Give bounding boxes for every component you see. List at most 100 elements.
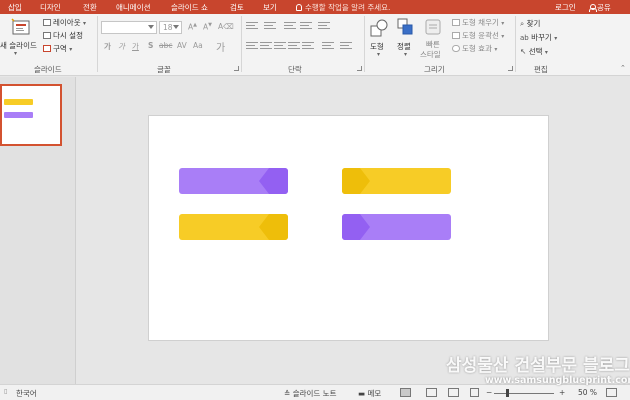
tab-insert[interactable]: 삽입 xyxy=(8,2,22,13)
thumbnail-bar-yellow xyxy=(4,99,33,105)
decrease-indent-icon[interactable] xyxy=(284,22,296,29)
group-separator xyxy=(241,16,242,72)
yellow-label-bar[interactable] xyxy=(179,214,288,240)
shape-outline-button[interactable]: 도형 윤곽선 ▾ xyxy=(452,30,504,41)
normal-view-button[interactable] xyxy=(400,388,411,397)
group-separator xyxy=(97,16,98,72)
notes-button[interactable]: ≙ 슬라이드 노트 xyxy=(284,388,336,399)
tab-design[interactable]: 디자인 xyxy=(40,2,61,13)
slide-sorter-view-button[interactable] xyxy=(426,388,437,397)
tell-me-search[interactable]: 수행할 작업을 알려 주세요. xyxy=(296,2,390,13)
share-button[interactable]: 공유 xyxy=(589,2,611,13)
bar-notch-shape xyxy=(259,214,288,240)
font-color-button[interactable]: 가 xyxy=(216,39,225,54)
shapes-icon[interactable] xyxy=(369,18,389,38)
zoom-level[interactable]: 50 % xyxy=(578,388,597,397)
shrink-font-button[interactable]: A▼ xyxy=(203,22,212,32)
shape-fill-label: 도형 채우기 xyxy=(462,18,499,27)
line-spacing-icon[interactable] xyxy=(318,22,330,29)
bold-button[interactable]: 가 xyxy=(104,41,111,52)
select-button[interactable]: ↖ 선택 ▾ xyxy=(520,46,548,57)
slide-canvas[interactable] xyxy=(148,115,549,341)
font-size-value: 18 xyxy=(163,23,173,32)
purple-label-bar[interactable] xyxy=(179,168,288,194)
chevron-down-icon[interactable]: ▾ xyxy=(404,51,407,58)
clear-format-button[interactable]: A⌫ xyxy=(218,22,234,31)
zoom-slider-thumb[interactable] xyxy=(506,389,510,397)
quick-styles-icon[interactable] xyxy=(424,18,442,36)
underline-button[interactable]: 가 xyxy=(132,41,139,52)
find-button[interactable]: ⌕ 찾기 xyxy=(520,18,540,29)
comments-button[interactable]: ▬ 메모 xyxy=(358,388,381,399)
increase-indent-icon[interactable] xyxy=(300,22,312,29)
smartart-icon[interactable] xyxy=(340,42,352,49)
dialog-launcher-icon[interactable] xyxy=(508,66,513,71)
shape-fill-button[interactable]: 도형 채우기 ▾ xyxy=(452,17,504,28)
quick-styles-label-2[interactable]: 스타일 xyxy=(420,49,441,60)
reset-button[interactable]: 다시 설정 xyxy=(43,30,83,41)
slide-thumbnail-pane xyxy=(0,77,76,384)
effects-icon xyxy=(452,45,460,52)
replace-button[interactable]: ab 바꾸기 ▾ xyxy=(520,32,557,43)
shape-effects-button[interactable]: 도형 효과 ▾ xyxy=(452,43,497,54)
font-name-combo[interactable] xyxy=(101,21,157,34)
text-direction-icon[interactable] xyxy=(322,42,334,49)
yellow-label-bar[interactable] xyxy=(342,168,451,194)
watermark-title: 삼성물산 건설부문 블로그 xyxy=(446,356,630,376)
chevron-down-icon[interactable]: ▾ xyxy=(14,50,17,57)
tab-transitions[interactable]: 전환 xyxy=(83,2,97,13)
cursor-icon: ↖ xyxy=(520,47,527,56)
section-icon xyxy=(43,45,51,52)
columns-icon[interactable] xyxy=(302,42,314,49)
group-separator xyxy=(515,16,516,72)
shadow-button[interactable]: S xyxy=(148,41,153,50)
zoom-in-button[interactable]: + xyxy=(559,388,565,397)
purple-label-bar[interactable] xyxy=(342,214,451,240)
language-indicator[interactable]: 한국어 xyxy=(16,388,37,399)
chevron-down-icon xyxy=(148,25,154,29)
ribbon: 새 슬라이드 ▾ 레이아웃 ▾ 다시 설정 구역 ▾ 슬라이드 18 A▲ A▼… xyxy=(0,14,630,76)
ribbon-tab-bar: 삽입 디자인 전환 애니메이션 슬라이드 쇼 검토 보기 수행할 작업을 알려 … xyxy=(0,0,630,14)
comment-icon: ▬ xyxy=(358,389,366,398)
numbering-icon[interactable] xyxy=(264,22,276,29)
justify-icon[interactable] xyxy=(288,42,300,49)
slideshow-view-button[interactable] xyxy=(470,388,479,397)
bullets-icon[interactable] xyxy=(246,22,258,29)
new-slide-button[interactable]: 새 슬라이드 xyxy=(0,40,37,51)
zoom-out-button[interactable]: − xyxy=(486,388,492,397)
font-size-combo[interactable]: 18 xyxy=(159,21,182,34)
section-button[interactable]: 구역 ▾ xyxy=(43,43,72,54)
slide-thumbnail[interactable] xyxy=(0,84,62,146)
align-center-icon[interactable] xyxy=(260,42,272,49)
pen-icon xyxy=(452,32,460,39)
notes-label: 슬라이드 노트 xyxy=(292,389,337,398)
tab-animations[interactable]: 애니메이션 xyxy=(116,2,151,13)
tab-view[interactable]: 보기 xyxy=(263,2,277,13)
grow-font-button[interactable]: A▲ xyxy=(188,22,197,32)
fit-slide-button[interactable] xyxy=(606,388,617,397)
lightbulb-icon xyxy=(296,4,302,11)
strikethrough-button[interactable]: abc xyxy=(159,41,172,50)
group-separator xyxy=(364,16,365,72)
dialog-launcher-icon[interactable] xyxy=(357,66,362,71)
tab-review[interactable]: 검토 xyxy=(230,2,244,13)
align-right-icon[interactable] xyxy=(274,42,286,49)
chevron-down-icon[interactable]: ▾ xyxy=(377,51,380,58)
spellcheck-icon[interactable]: ▯ xyxy=(4,388,7,395)
replace-label: 바꾸기 xyxy=(531,33,552,42)
zoom-slider[interactable] xyxy=(494,393,554,394)
group-label-slides: 슬라이드 xyxy=(34,65,62,74)
find-label: 찾기 xyxy=(526,19,541,28)
tab-slideshow[interactable]: 슬라이드 쇼 xyxy=(171,2,208,13)
italic-button[interactable]: 가 xyxy=(118,41,125,52)
change-case-button[interactable]: Aa xyxy=(193,41,203,50)
tell-me-text: 수행할 작업을 알려 주세요. xyxy=(305,3,391,12)
arrange-icon[interactable] xyxy=(397,18,415,38)
dialog-launcher-icon[interactable] xyxy=(234,66,239,71)
collapse-ribbon-icon[interactable]: ⌃ xyxy=(620,64,626,72)
align-left-icon[interactable] xyxy=(246,42,258,49)
layout-button[interactable]: 레이아웃 ▾ xyxy=(43,17,86,28)
login-link[interactable]: 로그인 xyxy=(555,2,576,13)
reading-view-button[interactable] xyxy=(448,388,459,397)
char-spacing-button[interactable]: AV xyxy=(177,41,187,50)
